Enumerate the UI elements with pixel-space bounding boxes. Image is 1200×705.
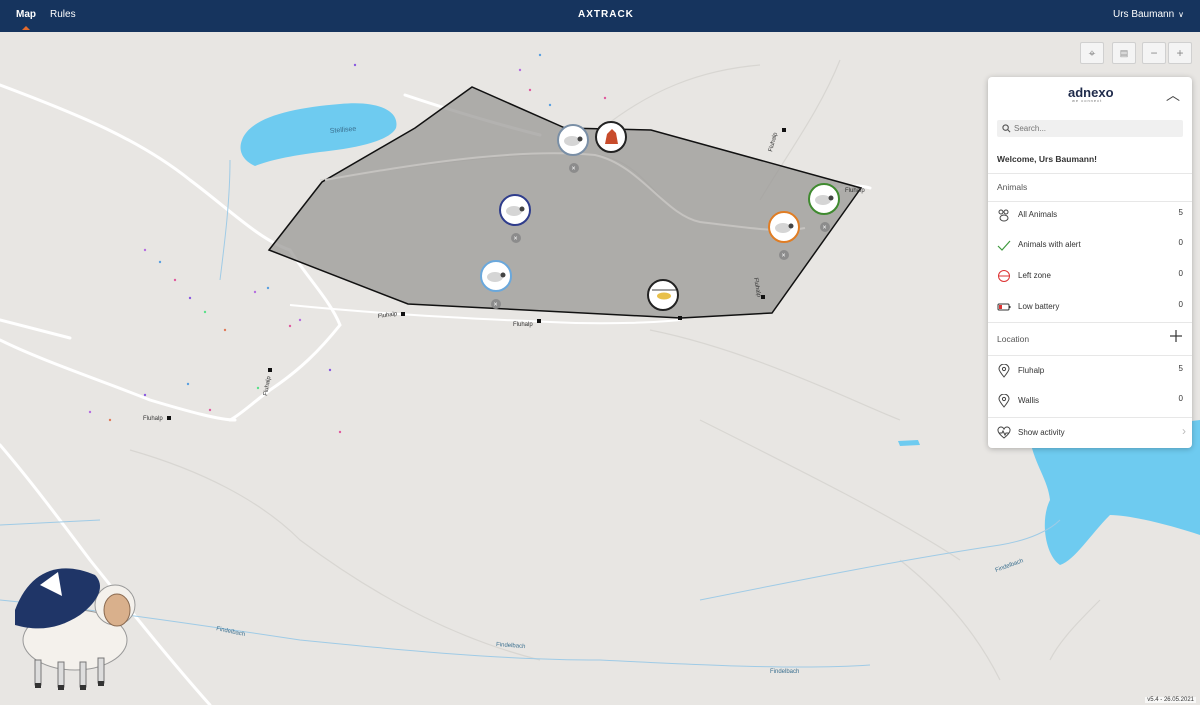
filter-low-battery[interactable]: Low battery 0 (988, 295, 1192, 319)
user-name: Urs Baumann (1113, 9, 1175, 20)
svg-text:×: × (494, 302, 498, 309)
location-pin-icon (998, 394, 1010, 408)
location-heading: Location (997, 334, 1030, 344)
animal-pin-helicopter[interactable] (647, 279, 679, 311)
filter-label: Low battery (1018, 302, 1060, 311)
place-marker (678, 316, 682, 320)
brand-logo: AXTRACK (578, 9, 634, 20)
filter-label: Animals with alert (1018, 240, 1081, 249)
divider (988, 201, 1192, 202)
chevron-right-icon: › (1182, 424, 1186, 438)
locate-button[interactable]: ⌖ (1080, 42, 1104, 64)
filter-count: 5 (1178, 208, 1183, 217)
location-label: Wallis (1018, 396, 1040, 405)
divider (988, 322, 1192, 323)
crosshair-icon: ⌖ (1088, 45, 1096, 60)
location-count: 5 (1178, 364, 1183, 373)
top-bar: Map Rules AXTRACK Urs Baumann ∨ (0, 0, 1200, 32)
place-marker (401, 312, 405, 316)
location-fluhalp[interactable]: Fluhalp 5 (988, 359, 1192, 383)
filter-all-animals[interactable]: All Animals 5 (988, 203, 1192, 227)
location-wallis[interactable]: Wallis 0 (988, 389, 1192, 413)
show-activity-link[interactable]: Show activity (988, 421, 1192, 445)
tagline: we connect (1072, 98, 1103, 103)
place-marker (537, 319, 541, 323)
welcome-text: Welcome, Urs Baumann! (997, 154, 1097, 164)
nav-rules[interactable]: Rules (50, 9, 76, 20)
activity-label: Show activity (1018, 428, 1065, 437)
left-zone-icon (998, 270, 1010, 282)
heart-pulse-icon (997, 426, 1011, 439)
chevron-down-icon: ∨ (1178, 10, 1184, 19)
search-input[interactable] (1014, 120, 1174, 137)
nav-map[interactable]: Map (16, 9, 36, 30)
place-label: Fluhalp (143, 416, 163, 422)
location-label: Fluhalp (1018, 366, 1045, 375)
animals-heading: Animals (997, 182, 1028, 192)
filter-label: Left zone (1018, 271, 1051, 280)
stream-label: Findelbach (770, 669, 799, 675)
pond (898, 440, 920, 446)
search-box[interactable] (997, 120, 1183, 137)
place-marker (167, 416, 171, 420)
location-count: 0 (1178, 394, 1183, 403)
filter-count: 0 (1178, 269, 1183, 278)
stream-label: Findelbach (995, 558, 1025, 574)
location-pin-icon (998, 364, 1010, 378)
filter-count: 0 (1178, 300, 1183, 309)
place-label: Fluhalp (768, 131, 779, 152)
user-menu[interactable]: Urs Baumann ∨ (1113, 9, 1184, 20)
svg-text:×: × (823, 225, 827, 232)
filter-left-zone[interactable]: Left zone 0 (988, 264, 1192, 288)
svg-text:×: × (782, 253, 786, 260)
place-label: Fluhalp (263, 375, 272, 396)
svg-text:×: × (514, 236, 518, 243)
zoom-out-button[interactable]: − (1142, 42, 1166, 64)
divider (988, 417, 1192, 418)
divider (988, 173, 1192, 174)
check-icon (997, 240, 1011, 251)
zoom-in-button[interactable]: + (1168, 42, 1192, 64)
layers-button[interactable]: ▤ (1112, 42, 1136, 64)
filter-label: All Animals (1018, 210, 1058, 219)
place-label: Fluhalp (845, 188, 865, 194)
version-label: v5.4 - 26.05.2021 (1145, 697, 1196, 703)
place-label: Fluhalp (513, 322, 533, 328)
collapse-icon[interactable]: ︿ (1166, 85, 1180, 105)
place-marker (268, 368, 272, 372)
svg-text:×: × (572, 166, 576, 173)
divider (988, 355, 1192, 356)
battery-icon (997, 303, 1011, 311)
place-marker (782, 128, 786, 132)
animal-pin-dog[interactable] (595, 121, 627, 153)
filter-count: 0 (1178, 238, 1183, 247)
filter-animals-alert[interactable]: Animals with alert 0 (988, 233, 1192, 257)
mascot-sheep (15, 568, 136, 690)
add-location-icon[interactable] (1169, 329, 1183, 343)
stream-label: Findelbach (216, 626, 246, 638)
paw-icon (998, 209, 1009, 222)
side-panel: adnexo we connect ︿ Welcome, Urs Baumann… (988, 77, 1192, 448)
search-icon (1002, 124, 1011, 133)
layers-icon: ▤ (1119, 47, 1129, 58)
